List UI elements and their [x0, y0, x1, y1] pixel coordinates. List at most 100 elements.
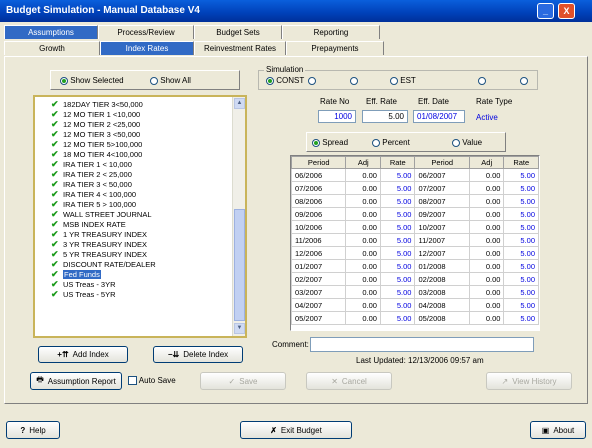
tab-prepayments[interactable]: Prepayments [286, 41, 384, 55]
period-cell[interactable]: 05/2007 [290, 311, 347, 325]
period-cell[interactable]: 04/2008 [414, 298, 470, 312]
index-list-item[interactable]: ✔ 12 MO TIER 1 <10,000 [49, 109, 231, 119]
adj-cell[interactable]: 0.00 [345, 285, 381, 299]
rate-no-field[interactable]: 1000 [318, 110, 356, 123]
scroll-down-icon[interactable]: ▼ [234, 323, 245, 334]
period-cell[interactable]: 02/2007 [290, 272, 347, 286]
index-list[interactable]: ✔ 182DAY TIER 3<50,000 ✔ 12 MO TIER 1 <10,0… [33, 95, 247, 338]
period-cell[interactable]: 01/2007 [290, 259, 347, 273]
adj-cell[interactable]: 0.00 [468, 220, 505, 234]
adj-cell[interactable]: 0.00 [468, 311, 505, 325]
index-list-item[interactable]: ✔ Fed Funds [49, 269, 231, 279]
rate-cell[interactable]: 5.00 [503, 233, 539, 247]
rate-cell[interactable]: 5.00 [379, 259, 416, 273]
tab-reporting[interactable]: Reporting [282, 25, 380, 39]
eff-date-field[interactable]: 01/08/2007 [413, 110, 465, 123]
rate-cell[interactable]: 5.00 [379, 207, 416, 221]
period-cell[interactable]: 03/2008 [414, 285, 470, 299]
sim-option-2[interactable] [308, 76, 316, 85]
sim-option-est[interactable]: EST [390, 76, 416, 85]
period-cell[interactable]: 07/2006 [290, 181, 347, 195]
rate-cell[interactable]: 5.00 [503, 207, 539, 221]
rate-grid[interactable]: Period Adj Rate Period Adj Rate 06/2006 0… [290, 155, 540, 331]
comment-input[interactable] [310, 337, 534, 352]
index-list-item[interactable]: ✔ US Treas - 3YR [49, 279, 231, 289]
adj-cell[interactable]: 0.00 [468, 207, 505, 221]
index-list-item[interactable]: ✔ 12 MO TIER 5>100,000 [49, 139, 231, 149]
auto-save-checkbox[interactable] [128, 376, 137, 386]
rate-cell[interactable]: 5.00 [503, 194, 539, 208]
mode-percent-radio[interactable] [372, 138, 380, 147]
adj-cell[interactable]: 0.00 [468, 194, 505, 208]
rate-cell[interactable]: 5.00 [379, 272, 416, 286]
index-list-item[interactable]: ✔ IRA TIER 5 > 100,000 [49, 199, 231, 209]
rate-cell[interactable]: 5.00 [503, 298, 539, 312]
sim-option-3[interactable] [350, 76, 358, 85]
period-cell[interactable]: 12/2007 [414, 246, 470, 260]
period-cell[interactable]: 03/2007 [290, 285, 347, 299]
adj-cell[interactable]: 0.00 [345, 259, 381, 273]
minimize-button[interactable]: _ [537, 3, 554, 19]
show-all-radio[interactable] [150, 76, 158, 85]
index-list-item[interactable]: ✔ US Treas - 5YR [49, 289, 231, 299]
index-list-scrollbar[interactable]: ▲ ▼ [232, 97, 245, 336]
rate-cell[interactable]: 5.00 [379, 285, 416, 299]
tab-index-rates[interactable]: Index Rates [100, 41, 194, 55]
mode-percent-option[interactable]: Percent [372, 138, 410, 147]
adj-cell[interactable]: 0.00 [345, 194, 381, 208]
adj-cell[interactable]: 0.00 [345, 311, 381, 325]
adj-cell[interactable]: 0.00 [345, 246, 381, 260]
period-cell[interactable]: 07/2007 [414, 181, 470, 195]
index-list-item[interactable]: ✔ 5 YR TREASURY INDEX [49, 249, 231, 259]
add-index-button[interactable]: +⇈ Add Index [38, 346, 128, 363]
rate-cell[interactable]: 5.00 [379, 233, 416, 247]
rate-cell[interactable]: 5.00 [503, 272, 539, 286]
mode-value-radio[interactable] [452, 138, 460, 147]
scroll-up-icon[interactable]: ▲ [234, 98, 245, 109]
adj-cell[interactable]: 0.00 [468, 233, 505, 247]
period-cell[interactable]: 06/2007 [414, 168, 470, 182]
period-cell[interactable]: 10/2007 [414, 220, 470, 234]
period-cell[interactable]: 02/2008 [414, 272, 470, 286]
period-cell[interactable]: 01/2008 [414, 259, 470, 273]
period-cell[interactable]: 08/2007 [414, 194, 470, 208]
mode-spread-option[interactable]: Spread [312, 138, 348, 147]
adj-cell[interactable]: 0.00 [345, 207, 381, 221]
rate-cell[interactable]: 5.00 [503, 181, 539, 195]
scroll-thumb[interactable] [234, 209, 245, 321]
mode-value-option[interactable]: Value [452, 138, 482, 147]
period-cell[interactable]: 09/2006 [290, 207, 347, 221]
rate-cell[interactable]: 5.00 [503, 220, 539, 234]
rate-cell[interactable]: 5.00 [503, 259, 539, 273]
rate-cell[interactable]: 5.00 [503, 168, 539, 182]
rate-cell[interactable]: 5.00 [379, 181, 416, 195]
index-list-item[interactable]: ✔ 18 MO TIER 4<100,000 [49, 149, 231, 159]
adj-cell[interactable]: 0.00 [468, 272, 505, 286]
view-history-button[interactable]: ↗ View History [486, 372, 572, 390]
period-cell[interactable]: 06/2006 [290, 168, 347, 182]
tab-reinvestment-rates[interactable]: Reinvestment Rates [194, 41, 286, 55]
index-list-item[interactable]: ✔ IRA TIER 1 < 10,000 [49, 159, 231, 169]
show-all-option[interactable]: Show All [150, 76, 191, 85]
adj-cell[interactable]: 0.00 [345, 220, 381, 234]
assumption-report-button[interactable]: 🖶 Assumption Report [30, 372, 122, 390]
close-button[interactable]: X [558, 3, 575, 19]
adj-cell[interactable]: 0.00 [468, 181, 505, 195]
save-button[interactable]: ✓ Save [200, 372, 286, 390]
cancel-button[interactable]: ✕ Cancel [306, 372, 392, 390]
index-list-item[interactable]: ✔ DISCOUNT RATE/DEALER [49, 259, 231, 269]
adj-cell[interactable]: 0.00 [468, 259, 505, 273]
tab-assumptions[interactable]: Assumptions [4, 25, 98, 39]
period-cell[interactable]: 09/2007 [414, 207, 470, 221]
rate-cell[interactable]: 5.00 [503, 311, 539, 325]
period-cell[interactable]: 11/2006 [290, 233, 347, 247]
adj-cell[interactable]: 0.00 [345, 181, 381, 195]
eff-rate-field[interactable]: 5.00 [362, 110, 408, 123]
rate-cell[interactable]: 5.00 [379, 220, 416, 234]
index-list-item[interactable]: ✔ IRA TIER 2 < 25,000 [49, 169, 231, 179]
sim-option-const[interactable]: CONST [266, 76, 304, 85]
period-cell[interactable]: 11/2007 [414, 233, 470, 247]
tab-growth[interactable]: Growth [4, 41, 100, 55]
index-list-item[interactable]: ✔ 12 MO TIER 3 <50,000 [49, 129, 231, 139]
index-list-item[interactable]: ✔ IRA TIER 3 < 50,000 [49, 179, 231, 189]
